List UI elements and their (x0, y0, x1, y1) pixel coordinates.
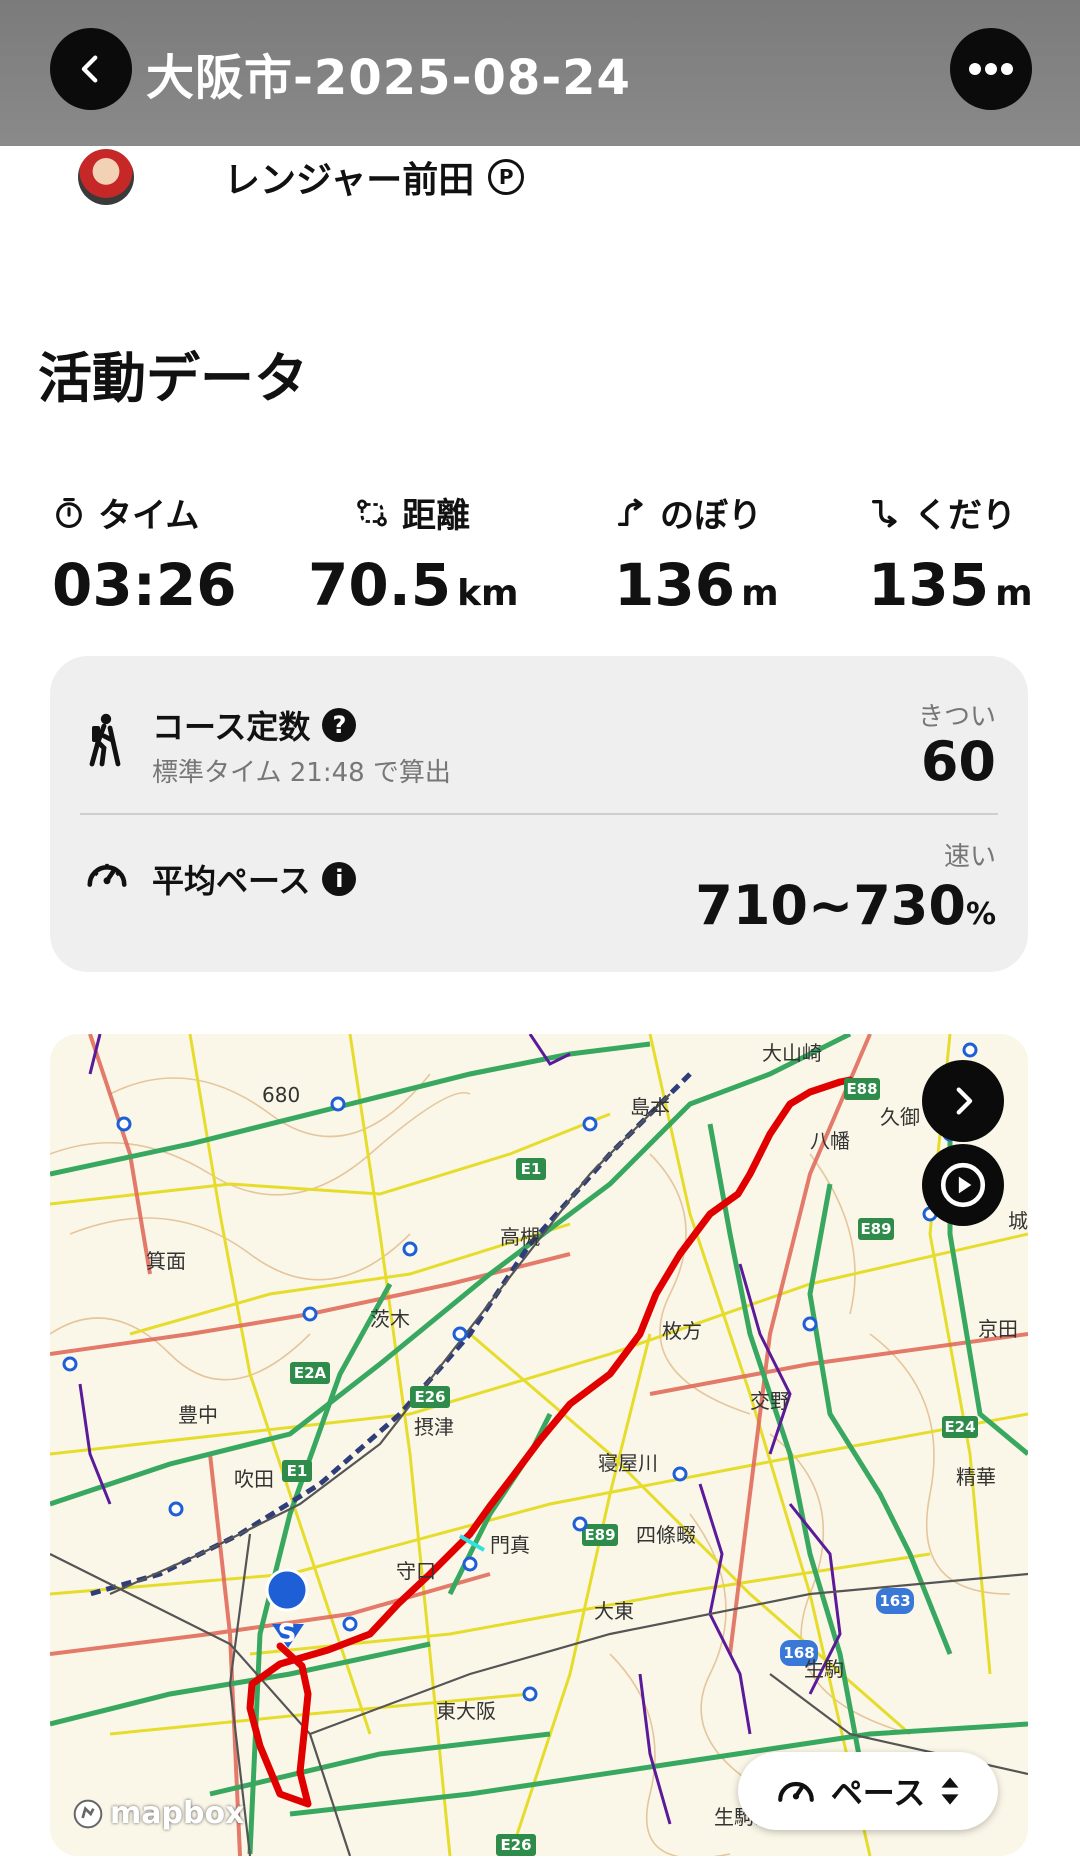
course-constant-label: コース定数 (152, 708, 311, 746)
stat-value: 135 (868, 551, 990, 619)
road-label: E26 (500, 1836, 531, 1854)
attribution-text: mapbox (110, 1796, 245, 1831)
road-label: E26 (414, 1388, 445, 1406)
map-label: 大東 (594, 1599, 634, 1623)
map-label: 680 (262, 1083, 300, 1107)
road-label: E89 (860, 1220, 891, 1238)
stat-value: 70.5 (308, 551, 452, 619)
stat-value: 03:26 (52, 551, 237, 619)
map-label: 久御 (880, 1105, 920, 1129)
map-label: 島本 (630, 1095, 670, 1119)
course-constant-value: 60 (920, 730, 996, 793)
map-label: 門真 (490, 1533, 530, 1557)
difficulty-tag: きつい (917, 702, 996, 732)
hiker-icon (89, 713, 121, 767)
speedometer-icon (87, 863, 127, 887)
speedometer-icon (777, 1781, 814, 1802)
activity-data-title: 活動データ (38, 347, 308, 410)
stat-unit: m (995, 573, 1033, 614)
page-title: 大阪市-2025-08-24 (146, 50, 631, 106)
pace-tag: 速い (943, 842, 996, 872)
stat-descent: くだり 135 m (868, 488, 1033, 619)
stat-label: のぼり (660, 496, 762, 536)
stat-label: 距離 (402, 496, 470, 536)
map-label: 東大阪 (436, 1699, 496, 1723)
stats-row: タイム 03:26 距離 70.5 km のぼり 136 m くだり 135 m (38, 488, 1048, 619)
road-label: E89 (584, 1526, 615, 1544)
map-canvas[interactable]: S E88 E1 E89 E2A E26 E1 E89 E24 163 168 … (50, 1034, 1028, 1856)
chevron-right-icon (956, 1087, 973, 1115)
map-label: 城 (1008, 1209, 1028, 1233)
road-label: E24 (944, 1418, 975, 1436)
average-pace-label: 平均ペース (152, 862, 311, 900)
route-icon (357, 499, 387, 526)
map-label: 豊中 (178, 1403, 218, 1427)
play-circle-icon (940, 1162, 986, 1208)
course-constant-row[interactable]: コース定数 ? 標準タイム 21:48 で算出 きつい 60 (50, 656, 1028, 814)
stopwatch-icon (56, 497, 82, 528)
stat-label: くだり (914, 496, 1016, 536)
sort-arrows-icon (941, 1777, 959, 1805)
map-label: 寝屋川 (598, 1451, 658, 1475)
mapbox-logo[interactable]: mapbox (72, 1796, 244, 1831)
info-icon[interactable]: i (322, 862, 357, 896)
map-label: 精華 (956, 1465, 996, 1489)
more-dots-icon (969, 63, 1013, 75)
map-label: 四條畷 (636, 1523, 696, 1547)
top-bar: 大阪市-2025-08-24 (0, 0, 1080, 146)
start-marker-label: S (278, 1619, 297, 1649)
ascent-icon (617, 498, 643, 526)
road-label: 163 (879, 1592, 910, 1610)
map-label: 箕面 (146, 1249, 186, 1273)
username[interactable]: レンジャー前田 (224, 151, 474, 203)
stat-value: 136 (614, 551, 736, 619)
road-label: E1 (521, 1160, 542, 1178)
stat-unit: m (741, 573, 779, 614)
descent-icon (871, 499, 897, 527)
road-label: E88 (846, 1080, 877, 1098)
pace-selector-button[interactable]: ペース (738, 1752, 998, 1830)
map-play-button[interactable] (922, 1144, 1004, 1226)
average-pace-row[interactable]: 平均ペース i 速い 710~730% (50, 814, 1028, 972)
road-label: E1 (287, 1462, 308, 1480)
stat-distance: 距離 70.5 km (308, 488, 519, 619)
map-label: 吹田 (234, 1467, 274, 1491)
stat-unit: km (457, 573, 519, 614)
premium-badge-icon: P (488, 159, 525, 195)
avatar[interactable] (78, 149, 134, 205)
map-label: 茨木 (370, 1307, 410, 1331)
user-row[interactable]: レンジャー前田 P (78, 148, 525, 206)
map-label: 大山崎 (762, 1041, 822, 1065)
map-next-button[interactable] (922, 1060, 1004, 1142)
standard-time-text: 標準タイム 21:48 で算出 (152, 758, 451, 788)
back-button[interactable] (50, 28, 132, 110)
map-label: 京田 (978, 1317, 1018, 1341)
pace-unit: % (965, 897, 996, 932)
mapbox-icon (73, 1799, 103, 1828)
map-label: 摂津 (414, 1415, 454, 1439)
map-label: 高槻 (500, 1225, 540, 1249)
more-options-button[interactable] (950, 28, 1032, 110)
pace-selector-label: ペース (830, 1774, 926, 1812)
map-label: 守口 (396, 1559, 436, 1583)
chevron-left-icon (81, 55, 98, 83)
average-pace-value: 710~730 (695, 874, 966, 937)
road-label: E2A (294, 1364, 327, 1382)
summary-card: コース定数 ? 標準タイム 21:48 で算出 きつい 60 平均ペース i 速… (50, 656, 1028, 972)
route-map[interactable]: S E88 E1 E89 E2A E26 E1 E89 E24 163 168 … (50, 1034, 1028, 1856)
map-label: 枚方 (662, 1319, 702, 1343)
map-label: 八幡 (810, 1129, 850, 1153)
help-icon[interactable]: ? (322, 708, 357, 742)
map-label: 交野 (750, 1389, 790, 1413)
stat-time: タイム 03:26 (52, 488, 243, 619)
stat-label: タイム (98, 496, 200, 536)
map-label: 生駒 (804, 1657, 844, 1681)
stat-ascent: のぼり 136 m (614, 488, 779, 619)
